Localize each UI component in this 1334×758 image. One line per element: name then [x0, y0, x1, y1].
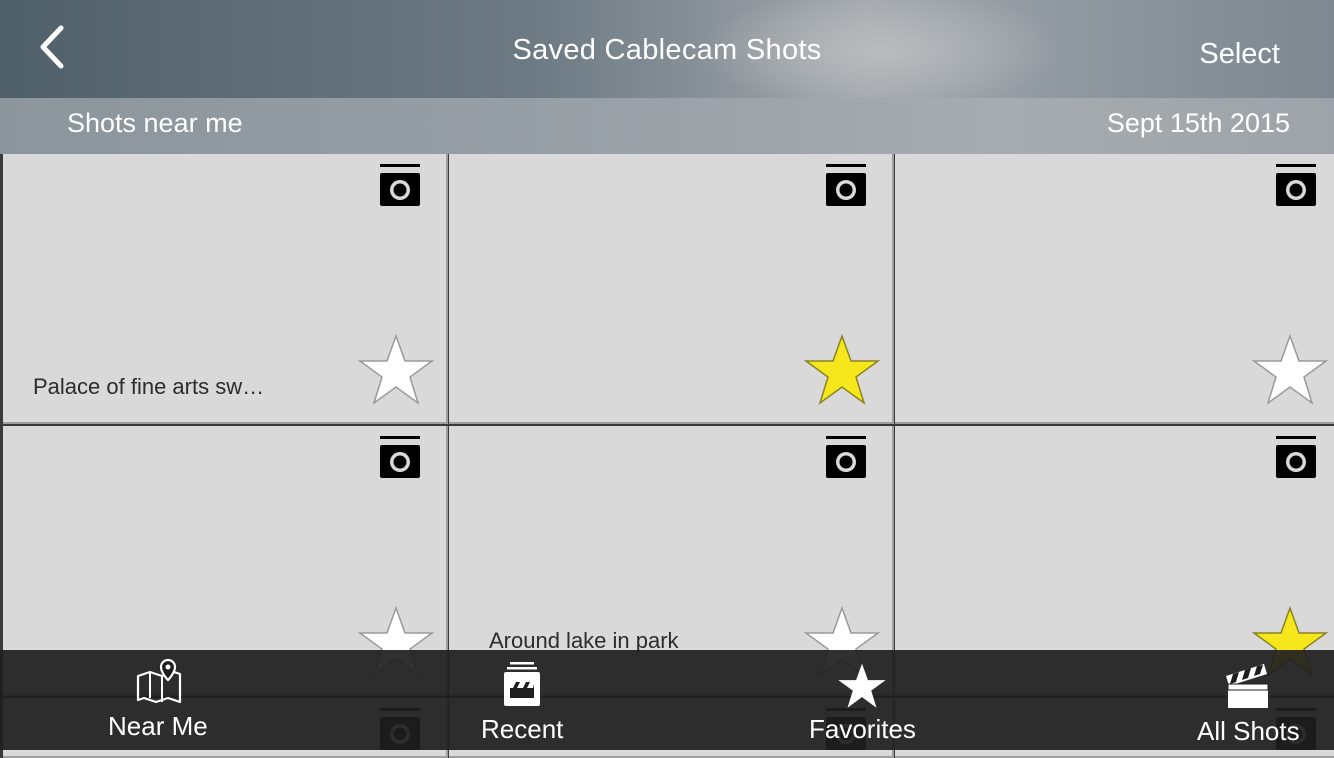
shot-tile[interactable]: Palace of fine arts sw… [3, 154, 448, 424]
camera-icon[interactable] [1276, 164, 1316, 206]
camera-icon[interactable] [380, 436, 420, 478]
navigation-bar: Saved Cablecam Shots Select [0, 0, 1334, 98]
tab-recent[interactable]: Recent [460, 650, 590, 750]
favorite-star-icon[interactable] [804, 334, 880, 406]
tab-label: Favorites [809, 714, 916, 744]
tab-favorites[interactable]: Favorites [800, 650, 930, 750]
map-pin-icon [136, 658, 182, 704]
favorite-star-icon[interactable] [358, 334, 434, 406]
favorite-star-icon[interactable] [1252, 334, 1328, 406]
star-icon [838, 663, 886, 708]
camera-icon[interactable] [380, 164, 420, 206]
tab-all-shots[interactable]: All Shots [1190, 650, 1320, 750]
shot-tile[interactable] [449, 154, 894, 424]
tab-bar: Near Me Recent Favorites All Shots [0, 650, 1334, 750]
camera-icon[interactable] [1276, 436, 1316, 478]
tab-label: Recent [481, 714, 564, 744]
clapper-stack-icon [504, 662, 540, 706]
shot-tile[interactable] [895, 154, 1334, 424]
tab-near-me[interactable]: Near Me [80, 650, 240, 750]
tab-label: All Shots [1197, 716, 1300, 746]
select-button[interactable]: Select [1199, 38, 1280, 71]
page-title: Saved Cablecam Shots [512, 34, 822, 66]
camera-icon[interactable] [826, 164, 866, 206]
section-header: Shots near me Sept 15th 2015 [0, 98, 1334, 154]
tab-label: Near Me [108, 711, 208, 741]
clapperboard-icon [1226, 664, 1269, 708]
shot-label: Palace of fine arts sw… [33, 374, 265, 399]
section-date: Sept 15th 2015 [1106, 108, 1290, 138]
camera-icon[interactable] [826, 436, 866, 478]
section-title: Shots near me [67, 108, 243, 138]
